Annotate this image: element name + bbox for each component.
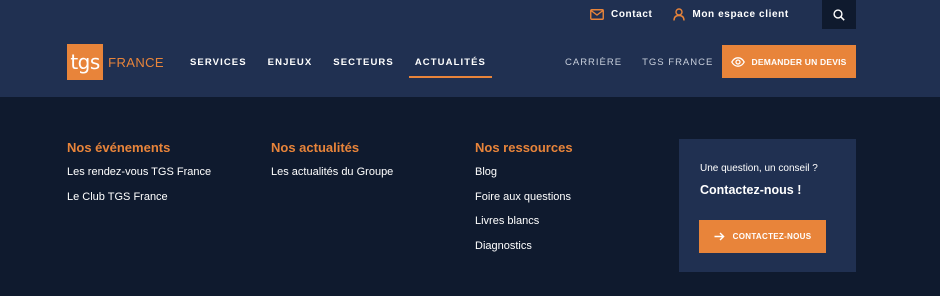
logo[interactable]: tgs FRANCE bbox=[67, 44, 164, 80]
nav-item-tgs-france[interactable]: TGS FRANCE bbox=[642, 57, 713, 68]
nav-item-actualites[interactable]: ACTUALITÉS bbox=[408, 57, 493, 78]
search-button[interactable] bbox=[822, 0, 856, 29]
nav-item-secteurs[interactable]: SECTEURS bbox=[333, 57, 394, 68]
menu-link[interactable]: Livres blancs bbox=[475, 215, 573, 228]
contact-us-button[interactable]: CONTACTEZ-NOUS bbox=[699, 220, 826, 253]
account-label: Mon espace client bbox=[692, 8, 789, 20]
column-title: Nos ressources bbox=[475, 140, 573, 155]
contact-link[interactable]: Contact bbox=[590, 9, 652, 20]
contact-card-title: Contactez-nous ! bbox=[700, 183, 802, 197]
menu-link[interactable]: Les rendez-vous TGS France bbox=[67, 166, 211, 179]
request-quote-button[interactable]: DEMANDER UN DEVIS bbox=[722, 45, 856, 78]
column-title: Nos événements bbox=[67, 140, 171, 155]
request-quote-label: DEMANDER UN DEVIS bbox=[751, 56, 847, 67]
contact-card: Une question, un conseil ? Contactez-nou… bbox=[679, 139, 856, 272]
menu-link[interactable]: Le Club TGS France bbox=[67, 191, 211, 204]
contact-us-label: CONTACTEZ-NOUS bbox=[732, 232, 812, 241]
logo-wordmark: FRANCE bbox=[108, 54, 164, 70]
menu-column-events: Nos événements Les rendez-vous TGS Franc… bbox=[67, 140, 211, 215]
menu-link[interactable]: Foire aux questions bbox=[475, 191, 573, 204]
nav-item-carriere[interactable]: CARRIÈRE bbox=[565, 57, 622, 68]
mail-icon bbox=[590, 8, 604, 20]
site-header: Contact Mon espace client tgs FRANCE SER… bbox=[0, 0, 940, 97]
logo-mark: tgs bbox=[67, 44, 104, 80]
contact-label: Contact bbox=[611, 8, 653, 20]
arrow-right-icon bbox=[714, 232, 725, 241]
account-link[interactable]: Mon espace client bbox=[673, 7, 789, 21]
contact-card-question: Une question, un conseil ? bbox=[700, 163, 818, 174]
main-nav: SERVICES ENJEUX SECTEURS ACTUALITÉS bbox=[190, 57, 493, 78]
search-icon bbox=[833, 8, 845, 21]
menu-link[interactable]: Les actualités du Groupe bbox=[271, 166, 393, 179]
eye-icon bbox=[731, 56, 746, 67]
nav-item-services[interactable]: SERVICES bbox=[190, 57, 247, 68]
column-title: Nos actualités bbox=[271, 140, 360, 155]
user-icon bbox=[673, 7, 686, 21]
menu-link[interactable]: Diagnostics bbox=[475, 240, 573, 253]
secondary-nav: CARRIÈRE TGS FRANCE bbox=[565, 57, 713, 68]
utility-bar: Contact Mon espace client bbox=[590, 0, 789, 28]
menu-column-news: Nos actualités Les actualités du Groupe bbox=[271, 140, 393, 191]
menu-link[interactable]: Blog bbox=[475, 166, 573, 179]
menu-column-resources: Nos ressources Blog Foire aux questions … bbox=[475, 140, 573, 264]
nav-item-enjeux[interactable]: ENJEUX bbox=[268, 57, 313, 68]
